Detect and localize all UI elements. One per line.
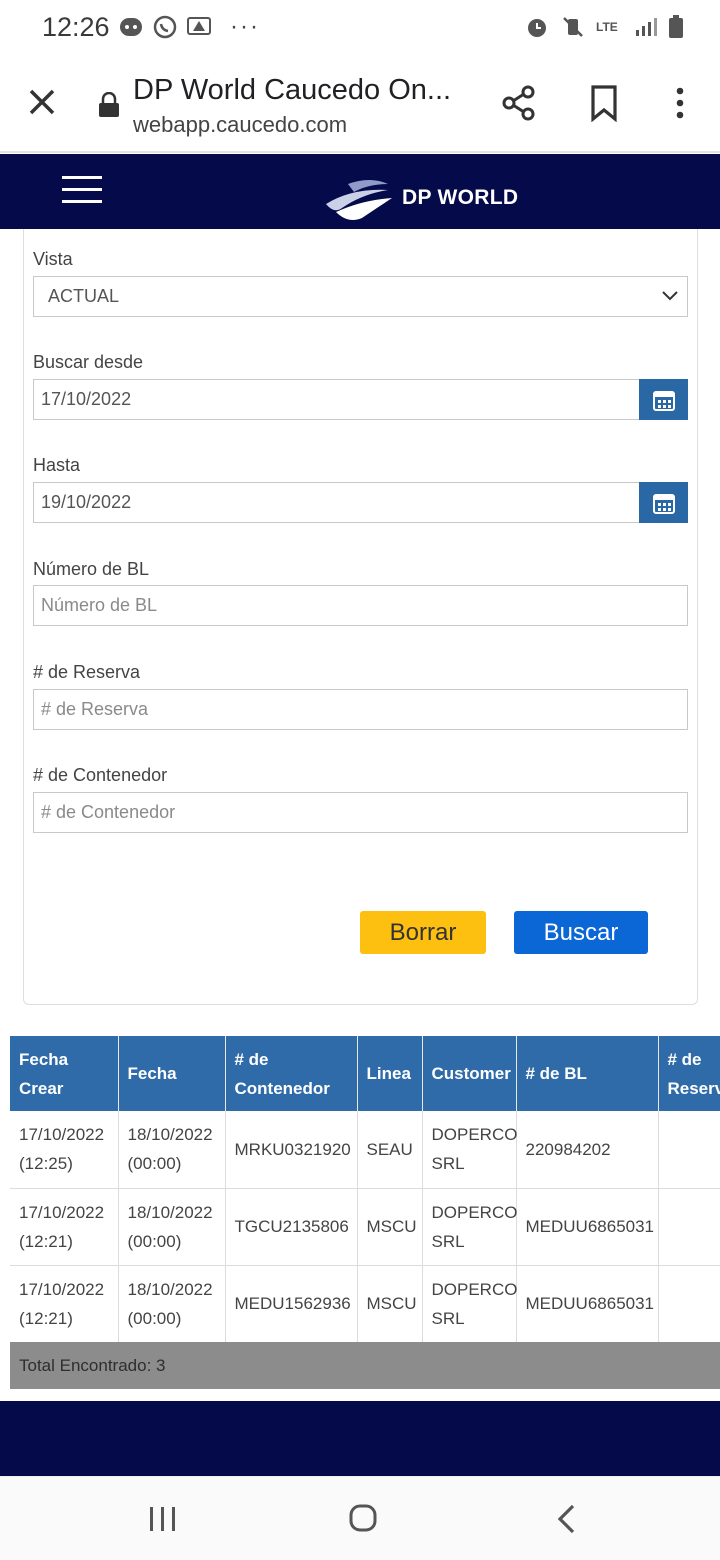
cell-reserva xyxy=(658,1188,720,1266)
bl-input[interactable]: Número de BL xyxy=(33,585,688,626)
cell-linea: MSCU xyxy=(357,1265,423,1343)
contenedor-label: # de Contenedor xyxy=(33,765,168,785)
share-icon[interactable] xyxy=(500,84,538,122)
alarm-icon xyxy=(528,19,546,37)
cell-customer: DOPERCO SRL xyxy=(422,1188,517,1266)
cell-fecha-crear: 17/10/2022 (12:25) xyxy=(10,1111,119,1189)
cell-customer: DOPERCO SRL xyxy=(422,1111,517,1189)
col-header-bl[interactable]: # de BL xyxy=(516,1036,659,1111)
bookmark-icon[interactable] xyxy=(586,84,622,122)
bl-label: Número de BL xyxy=(33,559,150,579)
calendar-icon xyxy=(652,493,675,514)
cell-fecha: 18/10/2022 (00:00) xyxy=(118,1265,226,1343)
desde-label: Buscar desde xyxy=(33,352,144,372)
cell-bl: MEDUU6865031 xyxy=(516,1188,659,1266)
hasta-label: Hasta xyxy=(33,455,81,475)
cell-contenedor: MEDU1562936 xyxy=(225,1265,358,1343)
col-header-linea[interactable]: Linea xyxy=(357,1036,423,1111)
col-header-fecha-crear[interactable]: Fecha Crear xyxy=(10,1036,119,1111)
hasta-calendar-button[interactable] xyxy=(639,482,688,523)
back-icon[interactable] xyxy=(555,1503,577,1535)
chevron-down-icon xyxy=(662,291,678,301)
vibrate-mute-icon xyxy=(563,17,583,37)
dp-world-logo[interactable]: DP WORLD xyxy=(322,174,518,222)
alert-icon xyxy=(187,17,211,35)
home-icon[interactable] xyxy=(348,1503,378,1533)
table-row[interactable]: 17/10/2022 (12:25) 18/10/2022 (00:00) MR… xyxy=(10,1111,720,1189)
page-title[interactable]: DP World Caucedo On... xyxy=(133,74,451,107)
total-found: Total Encontrado: 3 xyxy=(10,1342,720,1389)
browser-toolbar: DP World Caucedo On... webapp.caucedo.co… xyxy=(0,56,720,153)
battery-icon xyxy=(669,15,683,38)
reserva-input[interactable]: # de Reserva xyxy=(33,689,688,730)
buscar-button[interactable]: Buscar xyxy=(514,911,648,954)
reserva-label: # de Reserva xyxy=(33,662,141,682)
col-header-reserva[interactable]: # de Reserva xyxy=(658,1036,720,1111)
cell-linea: SEAU xyxy=(357,1111,423,1189)
dp-world-swirl-icon xyxy=(326,180,392,220)
borrar-button[interactable]: Borrar xyxy=(360,911,486,954)
col-header-contenedor[interactable]: # de Contenedor xyxy=(225,1036,358,1111)
status-notification-icons: ··· xyxy=(118,14,260,40)
hasta-date-input[interactable]: 19/10/2022 xyxy=(33,482,640,523)
cell-customer: DOPERCO SRL xyxy=(422,1265,517,1343)
table-header-row: Fecha Crear Fecha # de Contenedor Linea … xyxy=(10,1036,720,1111)
calendar-icon xyxy=(652,390,675,411)
cell-fecha-crear: 17/10/2022 (12:21) xyxy=(10,1188,119,1266)
cell-fecha: 18/10/2022 (00:00) xyxy=(118,1111,226,1189)
close-icon[interactable] xyxy=(24,84,60,120)
table-row[interactable]: 17/10/2022 (12:21) 18/10/2022 (00:00) TG… xyxy=(10,1188,720,1266)
cell-bl: MEDUU6865031 xyxy=(516,1265,659,1343)
brand-name: DP WORLD xyxy=(402,186,519,209)
page-url[interactable]: webapp.caucedo.com xyxy=(133,112,347,138)
desde-date-input[interactable]: 17/10/2022 xyxy=(33,379,640,420)
status-time: 12:26 xyxy=(42,12,110,42)
vista-select[interactable]: ACTUAL xyxy=(33,276,688,317)
hamburger-menu-icon[interactable] xyxy=(62,176,104,206)
cell-fecha: 18/10/2022 (00:00) xyxy=(118,1188,226,1266)
more-notifications-indicator: ··· xyxy=(230,13,260,40)
cell-reserva xyxy=(658,1265,720,1343)
desde-calendar-button[interactable] xyxy=(639,379,688,420)
col-header-fecha[interactable]: Fecha xyxy=(118,1036,226,1111)
signal-icon xyxy=(636,18,657,36)
cell-linea: MSCU xyxy=(357,1188,423,1266)
results-table-container[interactable]: Fecha Crear Fecha # de Contenedor Linea … xyxy=(10,1036,720,1389)
android-nav-bar xyxy=(0,1476,720,1560)
lock-icon xyxy=(99,92,119,117)
cell-contenedor: TGCU2135806 xyxy=(225,1188,358,1266)
status-bar: 12:26 ··· LTE xyxy=(0,0,720,56)
col-header-customer[interactable]: Customer xyxy=(422,1036,517,1111)
table-row[interactable]: 17/10/2022 (12:21) 18/10/2022 (00:00) ME… xyxy=(10,1265,720,1343)
overflow-menu-icon[interactable] xyxy=(664,84,696,122)
vista-label: Vista xyxy=(33,249,73,269)
cell-bl: 220984202 xyxy=(516,1111,659,1189)
messenger-icon xyxy=(120,18,142,36)
recent-apps-icon[interactable] xyxy=(146,1505,180,1533)
vista-selected-value: ACTUAL xyxy=(48,286,120,306)
cell-contenedor: MRKU0321920 xyxy=(225,1111,358,1189)
site-footer xyxy=(0,1401,720,1476)
lte-icon: LTE xyxy=(596,19,618,34)
status-system-icons: LTE xyxy=(524,14,684,40)
whatsapp-icon xyxy=(153,15,177,39)
site-header: DP WORLD xyxy=(0,154,720,229)
cell-fecha-crear: 17/10/2022 (12:21) xyxy=(10,1265,119,1343)
contenedor-input[interactable]: # de Contenedor xyxy=(33,792,688,833)
cell-reserva xyxy=(658,1111,720,1189)
results-table: Fecha Crear Fecha # de Contenedor Linea … xyxy=(10,1036,720,1343)
